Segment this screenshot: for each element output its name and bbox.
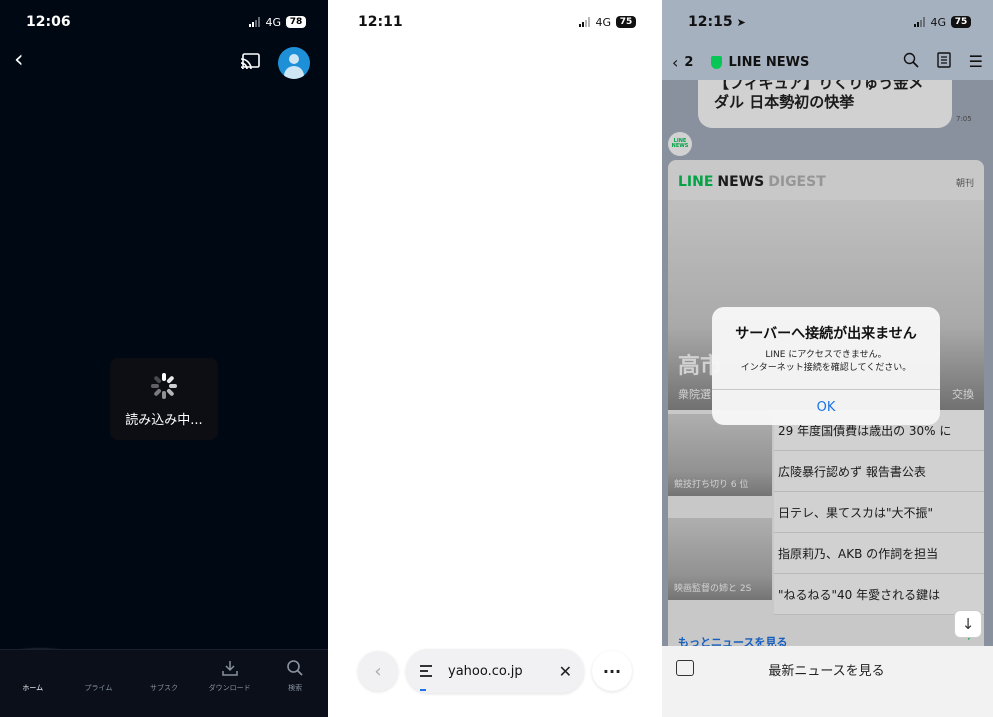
more-icon: ···	[602, 661, 622, 681]
location-icon: ➤	[736, 15, 746, 29]
status-bar: 12:11 4G 75	[332, 0, 658, 44]
tab-label: プライム	[84, 684, 113, 692]
url-text: yahoo.co.jp	[448, 663, 523, 679]
battery-icon: 75	[616, 16, 636, 28]
network-label: 4G	[930, 15, 946, 29]
unread-count: 2	[684, 54, 694, 70]
back-icon[interactable]: ‹	[14, 47, 36, 72]
download-icon	[220, 658, 240, 678]
close-icon[interactable]: ✕	[559, 662, 572, 681]
signal-icon	[579, 17, 591, 27]
home-icon	[23, 658, 43, 678]
address-bar[interactable]: yahoo.co.jp ✕	[406, 649, 584, 693]
browser-screen: 12:11 4G 75 ‹ yahoo.co.jp ✕ ···	[332, 0, 658, 717]
keyboard-icon[interactable]	[676, 660, 694, 676]
tab-label: ホーム	[22, 684, 44, 692]
video-app-screen: 12:06 4G 78 ‹ 読み込み中... ホーム プライム サブスク ダウン…	[0, 0, 328, 717]
notes-icon[interactable]	[936, 52, 951, 72]
status-time: 12:15	[688, 14, 733, 30]
network-label: 4G	[265, 15, 281, 29]
battery-icon: 75	[951, 16, 971, 28]
tab-label: サブスク	[149, 684, 178, 692]
tab-prime[interactable]: プライム	[67, 658, 129, 693]
latest-news-button[interactable]: 最新ニュースを見る	[694, 660, 959, 679]
back-button[interactable]: ‹	[672, 53, 678, 72]
tab-download[interactable]: ダウンロード	[199, 658, 261, 693]
tab-search[interactable]: 検索	[264, 658, 326, 693]
status-bar: 12:15 ➤ 4G 75	[662, 0, 993, 44]
alert-message: LINE にアクセスできません。	[765, 350, 887, 360]
tab-subscription[interactable]: サブスク	[133, 658, 195, 693]
battery-icon: 78	[286, 16, 306, 28]
error-alert: サーバーへ接続が出来ません LINE にアクセスできません。 インターネット接続…	[712, 307, 940, 425]
chevron-left-icon: ‹	[374, 660, 382, 682]
back-button[interactable]: ‹	[358, 651, 398, 691]
tabs-icon	[418, 663, 434, 679]
scroll-down-button[interactable]: ↓	[954, 610, 982, 638]
screenshot-collage: 12:06 4G 78 ‹ 読み込み中... ホーム プライム サブスク ダウン…	[0, 0, 993, 717]
chat-bottom-bar: 最新ニュースを見る	[662, 646, 993, 717]
shield-icon	[711, 55, 723, 69]
chat-title: LINE NEWS	[728, 54, 810, 70]
avatar[interactable]	[278, 47, 310, 79]
tab-home[interactable]: ホーム	[2, 658, 64, 693]
arrow-down-icon: ↓	[961, 615, 975, 633]
alert-message: インターネット接続を確認してください。	[740, 363, 912, 373]
line-news-screen: 12:15 ➤ 4G 75 【フィギュア】りくりゅう金メ ダル 日本勢初の快挙 …	[662, 0, 993, 717]
signal-icon	[914, 17, 926, 27]
menu-icon[interactable]: ☰	[969, 52, 983, 72]
alert-title: サーバーへ接続が出来ません	[735, 326, 917, 342]
search-icon[interactable]	[903, 52, 919, 72]
loading-indicator: 読み込み中...	[110, 358, 218, 440]
network-label: 4G	[595, 15, 611, 29]
signal-icon	[249, 17, 261, 27]
spinner-icon	[149, 371, 179, 401]
browser-toolbar: ‹ yahoo.co.jp ✕ ···	[332, 645, 658, 695]
tab-bar: ホーム プライム サブスク ダウンロード 検索	[0, 649, 328, 717]
more-button[interactable]: ···	[592, 651, 632, 691]
tab-label: ダウンロード	[208, 684, 251, 692]
ok-button[interactable]: OK	[712, 389, 940, 425]
status-time: 12:11	[358, 14, 403, 30]
loading-progress	[420, 689, 426, 691]
tab-label: 検索	[288, 684, 303, 692]
status-time: 12:06	[26, 14, 71, 30]
status-bar: 12:06 4G 78	[0, 0, 328, 44]
loading-text: 読み込み中...	[125, 412, 203, 428]
search-icon	[285, 658, 305, 678]
cast-icon[interactable]	[240, 53, 260, 69]
prime-icon	[88, 658, 108, 678]
chat-header: ‹ 2 LINE NEWS ☰	[662, 44, 993, 80]
subscription-icon	[154, 658, 174, 678]
